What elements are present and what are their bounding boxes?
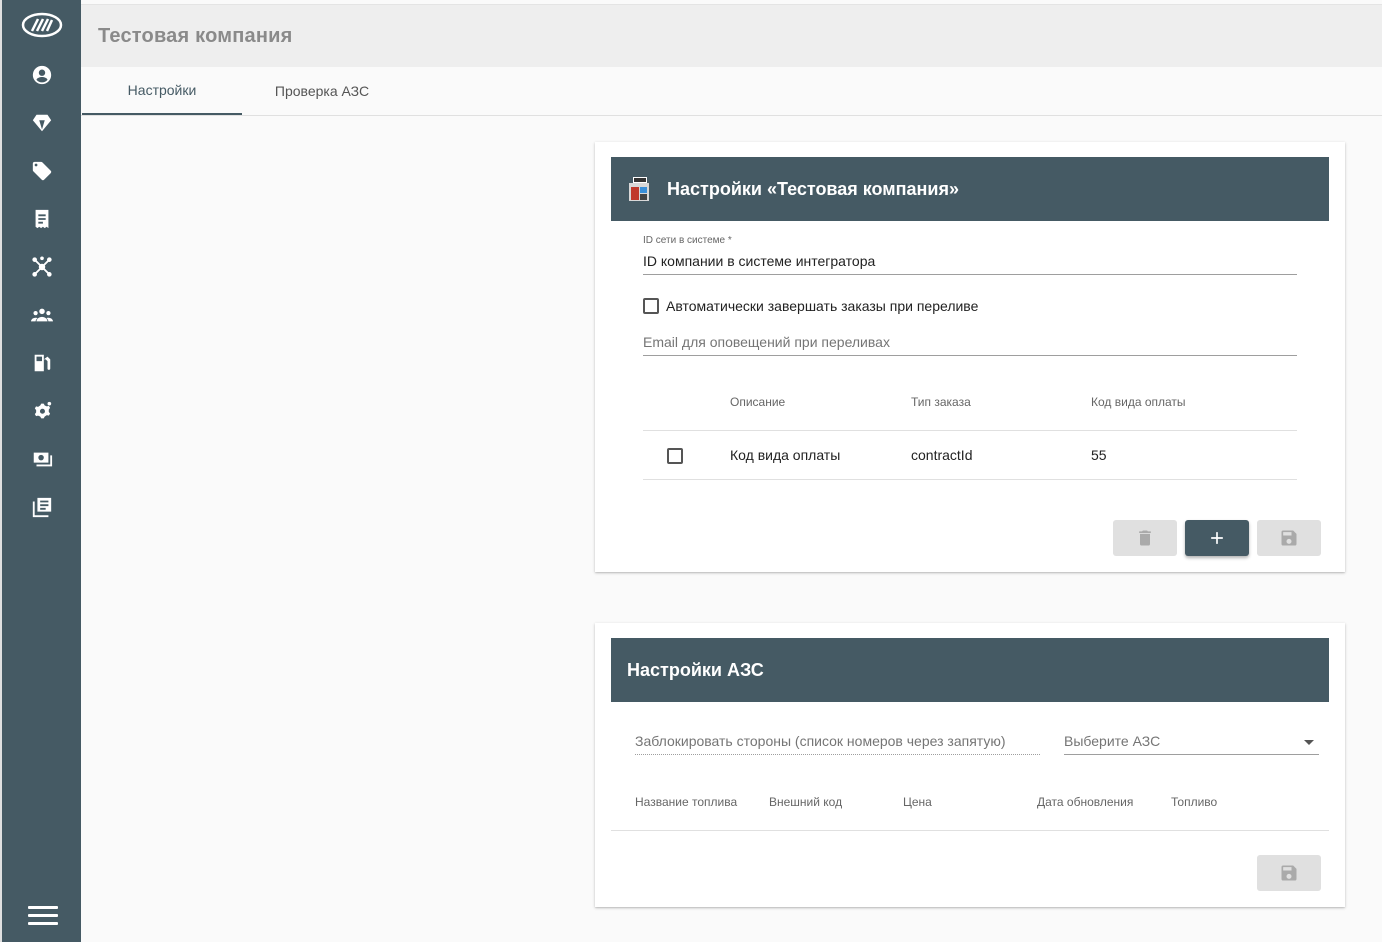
- network-id-label: ID сети в системе *: [643, 235, 732, 246]
- email-input[interactable]: Email для оповещений при переливах: [643, 334, 890, 350]
- auto-complete-label: Автоматически завершать заказы при перел…: [666, 298, 979, 314]
- tab-bar: Настройки Проверка АЗС: [81, 67, 1382, 116]
- row-checkbox[interactable]: [667, 448, 683, 464]
- station-settings-card: Настройки АЗС Заблокировать стороны (спи…: [595, 623, 1345, 907]
- column-header-price[interactable]: Цена: [903, 795, 932, 809]
- tab-settings[interactable]: Настройки: [82, 67, 242, 115]
- fuel-pump-icon[interactable]: [30, 351, 54, 375]
- table-divider: [611, 830, 1329, 831]
- chevron-down-icon[interactable]: [1304, 740, 1314, 745]
- page-title: Тестовая компания: [98, 25, 293, 47]
- cell-description: Код вида оплаты: [730, 447, 841, 463]
- page-header: Тестовая компания: [81, 4, 1382, 67]
- save-button[interactable]: [1257, 520, 1321, 556]
- company-settings-title: Настройки «Тестовая компания»: [667, 178, 959, 199]
- diamond-icon[interactable]: [30, 111, 54, 135]
- account-icon[interactable]: [30, 63, 54, 87]
- network-icon[interactable]: [30, 255, 54, 279]
- cash-icon[interactable]: [30, 447, 54, 471]
- sidebar: [0, 0, 81, 942]
- tag-icon[interactable]: [30, 159, 54, 183]
- add-icon: [1211, 532, 1223, 544]
- column-header-external-code[interactable]: Внешний код: [769, 795, 842, 809]
- save-icon: [1281, 530, 1297, 546]
- company-settings-header: Настройки «Тестовая компания»: [611, 157, 1329, 221]
- column-header-order-type[interactable]: Тип заказа: [911, 395, 971, 409]
- station-select[interactable]: Выберите АЗС: [1064, 733, 1160, 749]
- network-id-underline: [643, 274, 1297, 275]
- auto-complete-checkbox[interactable]: [643, 298, 659, 314]
- receipt-icon[interactable]: [30, 207, 54, 231]
- station-save-button[interactable]: [1257, 855, 1321, 891]
- station-settings-title: Настройки АЗС: [627, 659, 764, 680]
- email-underline: [643, 355, 1297, 356]
- gas-station-icon: [629, 177, 649, 201]
- block-sides-underline: [635, 754, 1040, 755]
- table-divider: [643, 479, 1297, 480]
- library-icon[interactable]: [30, 495, 54, 519]
- company-settings-card: Настройки «Тестовая компания» ID сети в …: [595, 142, 1345, 572]
- delete-button[interactable]: [1113, 520, 1177, 556]
- settings-icon[interactable]: [30, 399, 54, 423]
- column-header-payment-code[interactable]: Код вида оплаты: [1091, 395, 1186, 409]
- group-icon[interactable]: [30, 303, 54, 327]
- add-button[interactable]: [1185, 520, 1249, 556]
- logo-icon[interactable]: [21, 11, 63, 39]
- block-sides-input[interactable]: Заблокировать стороны (список номеров че…: [635, 733, 1006, 749]
- column-header-update-date[interactable]: Дата обновления: [1037, 795, 1133, 809]
- delete-icon: [1139, 530, 1151, 546]
- cell-payment-code: 55: [1091, 447, 1107, 463]
- table-divider: [643, 430, 1297, 431]
- column-header-fuel-name[interactable]: Название топлива: [635, 795, 737, 809]
- column-header-fuel[interactable]: Топливо: [1171, 795, 1217, 809]
- network-id-input[interactable]: ID компании в системе интегратора: [643, 253, 875, 269]
- tab-station-check[interactable]: Проверка АЗС: [242, 67, 402, 115]
- cell-order-type: contractId: [911, 447, 973, 463]
- menu-icon[interactable]: [28, 906, 58, 930]
- station-settings-header: Настройки АЗС: [611, 638, 1329, 702]
- column-header-description[interactable]: Описание: [730, 395, 785, 409]
- station-select-underline: [1064, 754, 1319, 755]
- save-icon: [1281, 865, 1297, 881]
